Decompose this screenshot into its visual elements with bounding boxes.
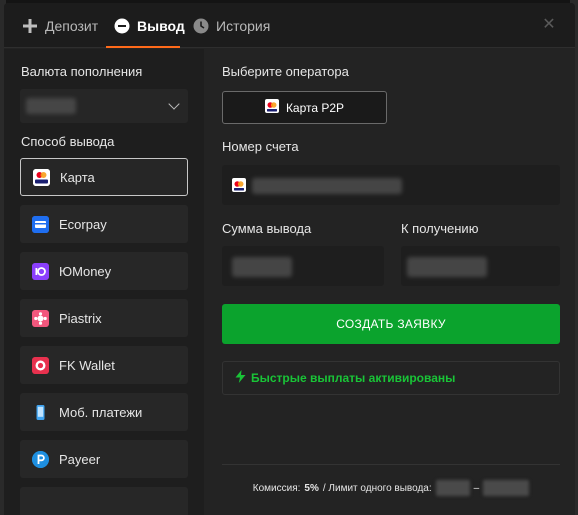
method-item-label: Piastrix [59, 310, 102, 326]
receive-field [401, 246, 560, 286]
receive-label: К получению [401, 221, 479, 236]
account-number-field[interactable] [222, 165, 560, 205]
method-item-payeer[interactable]: Payeer [20, 440, 188, 478]
currency-label: Валюта пополнения [21, 64, 143, 79]
method-item-label: FK Wallet [59, 357, 115, 373]
amount-value-blurred [232, 257, 292, 277]
fkwallet-icon [32, 356, 49, 374]
fast-payouts-banner: Быстрые выплаты активированы [222, 361, 560, 395]
account-label: Номер счета [222, 139, 299, 154]
limit-max-blurred [483, 480, 530, 496]
tab-history[interactable]: История [193, 3, 270, 48]
method-item-mobile[interactable]: Моб. платежи [20, 393, 188, 431]
operator-button-label: Карта P2P [285, 100, 345, 115]
tab-bar: Депозит Вывод История ✕ [4, 3, 575, 48]
method-item-label: Ecorpay [59, 216, 107, 232]
yumoney-icon [32, 262, 49, 280]
tab-withdraw[interactable]: Вывод [114, 3, 185, 48]
method-item-fkwallet[interactable]: FK Wallet [20, 346, 188, 384]
currency-select[interactable] [20, 89, 188, 123]
create-request-button[interactable]: СОЗДАТЬ ЗАЯВКУ [222, 304, 560, 344]
payeer-icon [32, 450, 49, 468]
piastrix-icon [32, 309, 49, 327]
tab-history-label: История [216, 17, 271, 34]
tab-deposit[interactable]: Депозит [22, 3, 98, 48]
visa-card-icon [33, 168, 50, 186]
limit-min-blurred [435, 480, 470, 496]
method-item-more[interactable] [20, 487, 188, 515]
active-tab-indicator [106, 46, 180, 48]
lightning-icon [235, 370, 246, 386]
method-label: Способ вывода [21, 134, 115, 149]
currency-value-blurred [26, 98, 76, 114]
method-item-ecorpay[interactable]: Ecorpay [20, 205, 188, 243]
fast-payouts-text: Быстрые выплаты активированы [251, 371, 456, 385]
receive-value-blurred [407, 257, 487, 277]
ecorpay-icon [32, 215, 49, 233]
operator-button[interactable]: Карта P2P [222, 91, 387, 124]
clock-icon [193, 18, 209, 34]
method-item-card[interactable]: Карта [20, 158, 188, 196]
method-item-label: ЮMoney [59, 263, 112, 279]
amount-label: Сумма вывода [222, 221, 312, 236]
footer-divider [222, 464, 560, 465]
account-number-blurred [252, 178, 402, 194]
method-item-label: Payeer [59, 451, 101, 467]
mastercard-icon [264, 99, 279, 116]
chevron-down-icon [168, 98, 180, 110]
method-item-piastrix[interactable]: Piastrix [20, 299, 188, 337]
close-icon[interactable]: ✕ [541, 17, 557, 33]
method-item-label: Карта [60, 169, 95, 185]
tab-withdraw-label: Вывод [137, 17, 185, 34]
limit-range-separator: – [473, 482, 480, 494]
cashier-modal: Депозит Вывод История ✕ Валюта пополнени… [4, 3, 575, 515]
commission-value: 5% [304, 482, 319, 494]
minus-circle-icon [114, 18, 130, 34]
phone-icon [32, 404, 49, 421]
commission-label: Комиссия: [252, 482, 301, 494]
operator-label: Выберите оператора [222, 64, 349, 79]
limit-label: / Лимит одного вывода: [322, 482, 432, 494]
tab-deposit-label: Депозит [45, 17, 99, 34]
amount-field[interactable] [222, 246, 384, 286]
method-item-label: Моб. платежи [59, 404, 143, 420]
mastercard-icon [232, 178, 246, 197]
plus-icon [22, 18, 38, 34]
method-item-yumoney[interactable]: ЮMoney [20, 252, 188, 290]
commission-footer: Комиссия: 5% / Лимит одного вывода: – [222, 477, 560, 499]
